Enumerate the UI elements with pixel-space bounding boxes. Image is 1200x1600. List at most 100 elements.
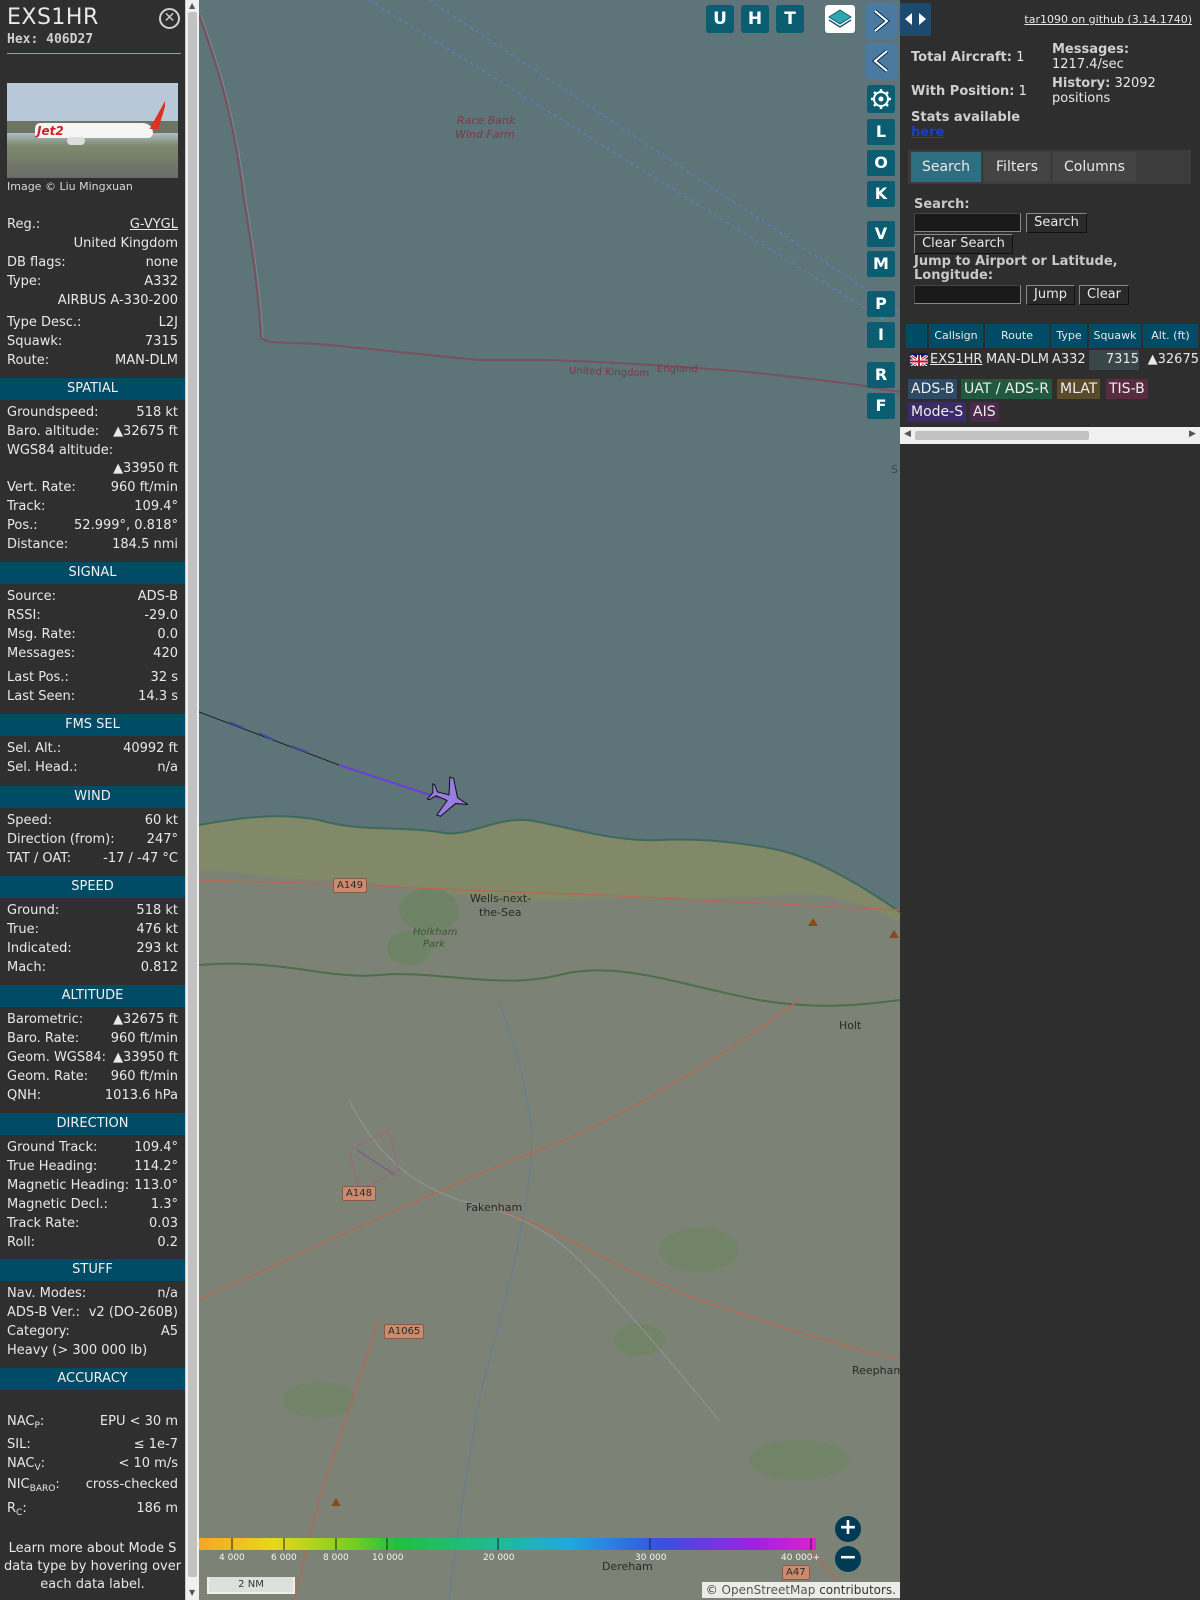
field-value: 114.2° bbox=[134, 1159, 178, 1174]
map-label-reepham: Reepham bbox=[852, 1364, 900, 1377]
road-a149: A149 bbox=[333, 878, 367, 893]
field-value: ADS-B bbox=[137, 589, 178, 604]
field-value: 186 m bbox=[136, 1501, 178, 1516]
jump-input[interactable] bbox=[914, 285, 1021, 304]
altitude-row: Geom. Rate: 960 ft/min bbox=[7, 1069, 178, 1087]
field-label: Roll: bbox=[7, 1235, 36, 1250]
table-row[interactable]: EXS1HR MAN-DLM A332 7315 ▲32675 bbox=[906, 348, 1199, 372]
map-button-p[interactable]: P bbox=[867, 291, 895, 317]
field-value: ▲32675 ft bbox=[113, 1012, 178, 1027]
map-view[interactable]: Race Bank Wind Farm United Kingdom Engla… bbox=[199, 0, 900, 1600]
field-value: 0.2 bbox=[157, 1235, 178, 1250]
info-row: Route: MAN-DLM bbox=[7, 353, 178, 371]
info-row: Reg.: G-VYGL bbox=[7, 217, 178, 235]
col-flag[interactable] bbox=[906, 324, 928, 348]
spatial-row: Pos.: 52.999°, 0.818° bbox=[7, 518, 178, 536]
chip-ais: AIS bbox=[970, 402, 999, 422]
collapse-left-icon[interactable] bbox=[865, 43, 897, 79]
field-label: Ground: bbox=[7, 903, 60, 918]
col-callsign[interactable]: Callsign bbox=[929, 324, 984, 348]
legend-label-20000: 20 000 bbox=[483, 1553, 515, 1563]
field-label: NACP: bbox=[7, 1414, 45, 1431]
row-callsign[interactable]: EXS1HR bbox=[930, 350, 982, 370]
field-label: RC: bbox=[7, 1501, 27, 1518]
mode-s-help-note: Learn more about Mode S data type by hov… bbox=[3, 1541, 182, 1592]
info-value: L2J bbox=[158, 315, 178, 330]
map-label-fakenham: Fakenham bbox=[466, 1201, 523, 1214]
expand-right-icon[interactable] bbox=[865, 3, 897, 39]
info-row: Squawk: 7315 bbox=[7, 334, 178, 352]
info-row: Type: A332 bbox=[7, 274, 178, 292]
table-horizontal-scrollbar[interactable]: ◀ ▶ bbox=[900, 427, 1200, 444]
field-label: ADS-B Ver.: bbox=[7, 1305, 80, 1320]
clear-search-button[interactable]: Clear Search bbox=[914, 234, 1013, 254]
search-button[interactable]: Search bbox=[1026, 213, 1087, 233]
clear-button[interactable]: Clear bbox=[1079, 285, 1129, 305]
registration-link[interactable]: G-VYGL bbox=[130, 217, 178, 232]
field-value: 0.0 bbox=[157, 627, 178, 642]
toggle-panel-icon[interactable] bbox=[900, 3, 931, 36]
map-button-i[interactable]: I bbox=[867, 322, 895, 348]
zoom-in-icon[interactable]: + bbox=[835, 1516, 861, 1542]
map-button-l[interactable]: L bbox=[867, 119, 895, 145]
map-button-h[interactable]: H bbox=[741, 5, 769, 33]
field-value: 960 ft/min bbox=[110, 1069, 178, 1084]
info-value: United Kingdom bbox=[73, 236, 178, 251]
field-value: 40992 ft bbox=[123, 741, 178, 756]
openstreetmap-link[interactable]: OpenStreetMap bbox=[722, 1583, 816, 1597]
section-header-spatial: SPATIAL bbox=[0, 378, 185, 400]
stats-link[interactable]: here bbox=[911, 125, 944, 140]
jump-button[interactable]: Jump bbox=[1026, 285, 1075, 305]
col-type[interactable]: Type bbox=[1051, 324, 1088, 348]
col-squawk[interactable]: Squawk bbox=[1089, 324, 1142, 348]
tab-search[interactable]: Search bbox=[911, 152, 981, 182]
field-label: Track: bbox=[7, 499, 46, 514]
field-label: Last Pos.: bbox=[7, 670, 69, 685]
field-value: 0.03 bbox=[149, 1216, 178, 1231]
uk-flag-icon bbox=[910, 353, 928, 366]
map-button-o[interactable]: O bbox=[867, 150, 895, 176]
info-value: A332 bbox=[144, 274, 178, 289]
fms-row: Sel. Alt.: 40992 ft bbox=[7, 741, 178, 759]
photo-credit: Image © Liu Mingxuan bbox=[7, 180, 133, 193]
aircraft-photo[interactable]: Jet2 bbox=[7, 83, 178, 178]
total-aircraft-stat: Total Aircraft: 1 bbox=[911, 50, 1025, 65]
accuracy-row-rc: RC: 186 m bbox=[7, 1501, 178, 1519]
col-altitude[interactable]: Alt. (ft) bbox=[1143, 324, 1199, 348]
field-value: 60 kt bbox=[144, 813, 178, 828]
map-button-v[interactable]: V bbox=[867, 221, 895, 247]
history-stat: History: 32092 bbox=[1052, 76, 1156, 91]
map-button-m[interactable]: M bbox=[867, 251, 895, 277]
map-button-k[interactable]: K bbox=[867, 181, 895, 207]
direction-row: Ground Track: 109.4° bbox=[7, 1140, 178, 1158]
search-input[interactable] bbox=[914, 213, 1021, 232]
gear-icon[interactable] bbox=[867, 85, 895, 113]
info-row: AIRBUS A-330-200 bbox=[7, 293, 178, 311]
legend-label-8000: 8 000 bbox=[323, 1553, 349, 1563]
hex-line: Hex: 406D27 bbox=[7, 32, 94, 47]
legend-label-30000: 30 000 bbox=[635, 1553, 667, 1563]
road-a1065: A1065 bbox=[384, 1324, 425, 1339]
map-button-f[interactable]: F bbox=[867, 393, 895, 419]
map-button-u[interactable]: U bbox=[706, 5, 734, 33]
selected-callsign: EXS1HR bbox=[7, 5, 99, 30]
sidebar-scrollbar[interactable]: ▲ ▼ bbox=[185, 0, 199, 1600]
field-label: Direction (from): bbox=[7, 832, 115, 847]
field-value: 32 s bbox=[150, 670, 178, 685]
map-button-r[interactable]: R bbox=[867, 362, 895, 388]
tab-filters[interactable]: Filters bbox=[984, 152, 1050, 182]
field-value: 518 kt bbox=[136, 903, 178, 918]
field-label: Geom. Rate: bbox=[7, 1069, 89, 1084]
field-value: EPU < 30 m bbox=[99, 1414, 178, 1429]
col-route[interactable]: Route bbox=[985, 324, 1050, 348]
github-link[interactable]: tar1090 on github (3.14.1740) bbox=[1024, 13, 1192, 26]
altitude-row: QNH: 1013.6 hPa bbox=[7, 1088, 178, 1106]
field-value: 184.5 nmi bbox=[112, 537, 178, 552]
field-label: Messages: bbox=[7, 646, 76, 661]
map-button-t[interactable]: T bbox=[776, 5, 804, 33]
panel-tabs: Search Filters Columns bbox=[908, 150, 1191, 184]
tab-columns[interactable]: Columns bbox=[1053, 152, 1136, 182]
close-icon[interactable]: ✕ bbox=[159, 8, 180, 29]
layers-icon[interactable] bbox=[825, 5, 855, 33]
zoom-out-icon[interactable]: − bbox=[835, 1546, 861, 1572]
